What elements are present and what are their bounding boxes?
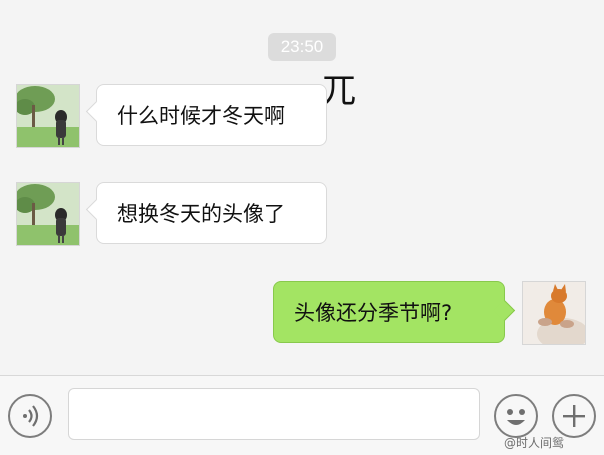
message-text: 什么时候才冬天啊 (117, 104, 285, 128)
message-input[interactable] (68, 388, 480, 440)
plus-icon (563, 405, 585, 427)
stray-text-fragment: 兀 (322, 71, 356, 111)
contact-avatar[interactable] (16, 84, 80, 148)
girl-in-park-icon (17, 85, 79, 147)
voice-icon (23, 405, 39, 427)
incoming-message-bubble[interactable]: 什么时候才冬天啊 (96, 84, 327, 146)
watermark-text: @时人间鸳 (504, 436, 565, 450)
message-timestamp: 23:50 (268, 33, 336, 61)
emoji-icon (507, 409, 525, 425)
message-text: 想换冬天的头像了 (117, 202, 285, 226)
more-options-button[interactable] (552, 394, 596, 438)
chat-screen: 23:50 兀 什么时候才冬天啊 想换冬天的头像了 头像还分季节啊? @时人间鸳 (0, 0, 604, 455)
outgoing-message-bubble[interactable]: 头像还分季节啊? (273, 281, 505, 343)
voice-button[interactable] (8, 394, 52, 438)
emoji-button[interactable] (494, 394, 538, 438)
message-text: 头像还分季节啊? (294, 301, 453, 325)
contact-avatar[interactable] (16, 182, 80, 246)
user-avatar[interactable] (522, 281, 586, 345)
girl-in-park-icon (17, 183, 79, 245)
orange-cat-icon (523, 282, 585, 344)
incoming-message-bubble[interactable]: 想换冬天的头像了 (96, 182, 327, 244)
